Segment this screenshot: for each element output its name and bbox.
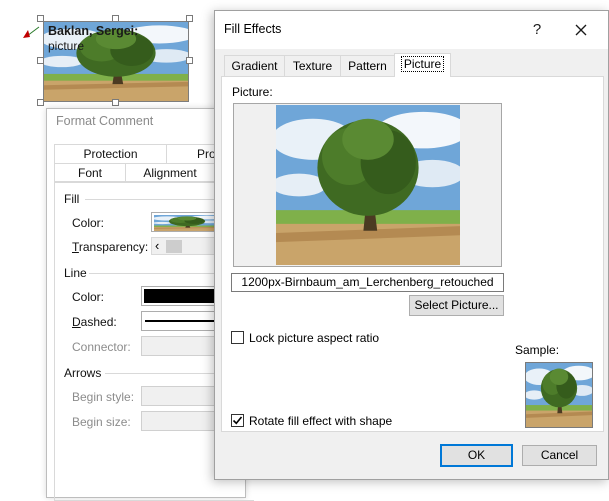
checkmark-icon (232, 416, 243, 425)
slider-thumb[interactable] (166, 240, 182, 253)
fill-effects-dialog: Fill Effects ? Gradient Texture Pattern … (214, 10, 609, 480)
lock-aspect-checkbox[interactable] (231, 331, 244, 344)
line-group-label: Line (64, 266, 87, 280)
tab-picture-label: Picture (400, 56, 445, 72)
dashed-label: Dashed: (72, 315, 117, 329)
comment-text[interactable]: picture (48, 39, 84, 53)
transparency-label: Transparency: (72, 240, 149, 254)
cancel-button[interactable]: Cancel (522, 445, 597, 466)
tab-alignment[interactable]: Alignment (125, 163, 215, 183)
title-bar: Fill Effects ? (215, 11, 608, 49)
dialog-title: Fill Effects (224, 22, 282, 36)
dashed-line-sample (145, 320, 218, 322)
resize-handle-ml[interactable] (37, 57, 44, 64)
rotate-with-shape-checkbox[interactable] (231, 414, 244, 427)
sample-preview (525, 362, 593, 428)
ok-label: OK (467, 448, 486, 462)
select-picture-button[interactable]: Select Picture... (409, 295, 504, 316)
close-button[interactable] (560, 11, 602, 49)
tab-picture[interactable]: Picture (394, 53, 451, 77)
arrows-group-label: Arrows (64, 366, 102, 380)
comment-indicator-arrow (21, 24, 41, 43)
close-icon (575, 24, 587, 36)
begin-size-picker[interactable] (141, 411, 221, 431)
resize-handle-mr[interactable] (186, 57, 193, 64)
format-comment-title: Format Comment (56, 114, 154, 128)
resize-handle-bm[interactable] (112, 99, 119, 106)
fill-color-label: Color: (72, 216, 105, 230)
lock-aspect-label[interactable]: Lock picture aspect ratio (249, 331, 379, 345)
picture-preview (276, 105, 460, 265)
transparency-slider[interactable]: ‹ (151, 237, 221, 255)
fill-group-label: Fill (64, 192, 80, 206)
begin-size-label: Begin size: (72, 415, 131, 429)
resize-handle-tr[interactable] (186, 15, 193, 22)
tab-font[interactable]: Font (54, 163, 126, 183)
line-color-label: Color: (72, 290, 105, 304)
sample-label: Sample: (515, 343, 560, 357)
tab-protection[interactable]: Protection (54, 144, 167, 164)
picture-filename: 1200px-Birnbaum_am_Lerchenberg_retouched (231, 273, 504, 292)
tab-pattern[interactable]: Pattern (340, 55, 395, 77)
begin-style-picker[interactable] (141, 386, 221, 406)
begin-style-label: Begin style: (72, 390, 135, 404)
connector-picker[interactable] (141, 336, 221, 356)
connector-label: Connector: (72, 340, 131, 354)
tab-texture[interactable]: Texture (284, 55, 341, 77)
tab-gradient[interactable]: Gradient (224, 55, 285, 77)
line-color-picker[interactable] (141, 286, 221, 306)
picture-preview-frame (233, 103, 502, 267)
sample-picture (526, 363, 592, 427)
rotate-with-shape-label[interactable]: Rotate fill effect with shape (249, 414, 392, 428)
picture-label: Picture: (232, 85, 273, 99)
fill-color-picker[interactable] (151, 212, 221, 232)
resize-handle-bl[interactable] (37, 99, 44, 106)
cancel-label: Cancel (540, 448, 579, 462)
comment-author: Baklan, Sergei: (48, 24, 139, 38)
ok-button[interactable]: OK (440, 444, 513, 467)
resize-handle-tm[interactable] (112, 15, 119, 22)
scroll-left-arrow[interactable]: ‹ (155, 238, 159, 253)
resize-handle-tl[interactable] (37, 15, 44, 22)
select-picture-label: Select Picture... (414, 298, 499, 312)
dashed-picker[interactable] (141, 311, 221, 331)
comment-shape[interactable]: Baklan, Sergei: picture (43, 21, 189, 102)
picture-tab-panel: Picture: 1200px-Birnbaum_am_Lerchenberg_… (221, 76, 604, 432)
line-color-swatch (144, 289, 218, 303)
help-button[interactable]: ? (516, 11, 558, 49)
